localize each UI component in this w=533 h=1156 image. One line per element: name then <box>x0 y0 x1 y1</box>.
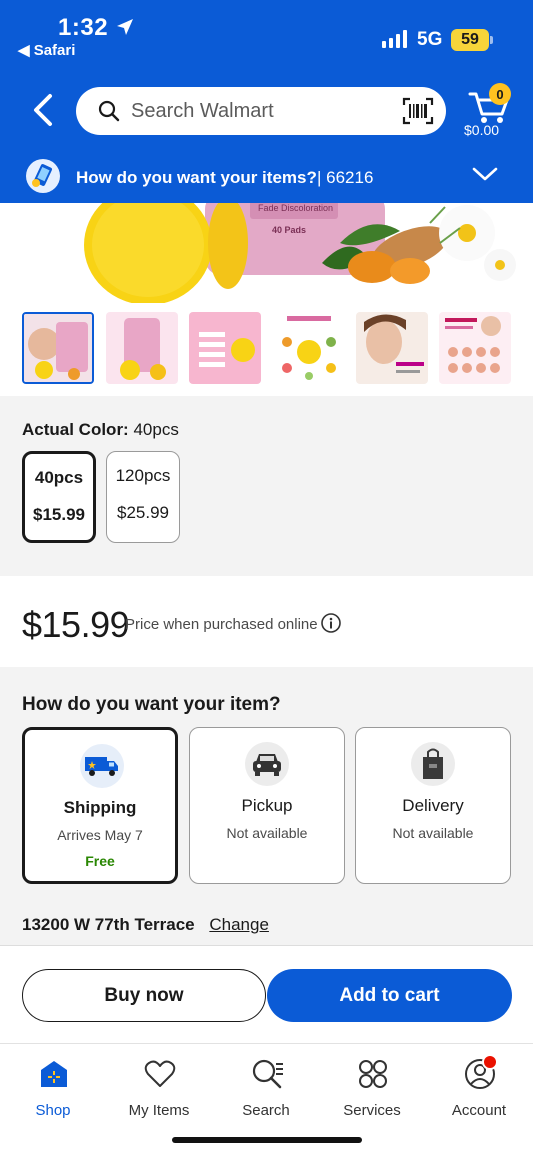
option-name: Pickup <box>241 796 293 815</box>
truck-icon <box>80 744 124 788</box>
price-section: $15.99 Price when purchased online <box>0 577 533 667</box>
tab-search[interactable]: Search <box>213 1056 319 1119</box>
thumbnail-6[interactable] <box>439 312 511 384</box>
delivery-address: 13200 W 77th Terrace <box>22 915 195 934</box>
variant-price: $15.99 <box>33 505 85 524</box>
add-to-cart-button[interactable]: Add to cart <box>267 969 512 1022</box>
fulfillment-title: How do you want your item? <box>22 694 281 715</box>
tab-services[interactable]: Services <box>319 1056 425 1119</box>
search-input[interactable]: Search Walmart <box>76 87 446 135</box>
info-icon[interactable] <box>320 612 342 634</box>
services-icon <box>359 1060 387 1088</box>
search-placeholder: Search Walmart <box>131 100 274 122</box>
tab-label: Search <box>242 1102 290 1119</box>
variant-price: $25.99 <box>117 503 169 522</box>
variant-name: 120pcs <box>115 466 171 485</box>
phone-delivery-icon <box>26 159 60 193</box>
battery-nub <box>490 36 493 44</box>
tab-label: My Items <box>128 1102 190 1119</box>
hero-text-2: 40 Pads <box>272 225 306 235</box>
signal-icon <box>382 30 407 48</box>
thumbnail-3[interactable] <box>189 312 261 384</box>
location-arrow-icon <box>117 19 133 35</box>
shop-icon <box>41 1061 67 1087</box>
option-name: Delivery <box>402 796 464 815</box>
option-status: Not available <box>392 825 474 841</box>
delivery-address-line: 13200 W 77th Terrace Change <box>22 915 269 935</box>
option-free-label: Free <box>85 853 115 869</box>
fulfillment-section: How do you want your item? Shipping Arri… <box>0 667 533 947</box>
option-delivery[interactable]: Delivery Not available <box>355 727 511 884</box>
tab-account[interactable]: Account <box>426 1054 532 1119</box>
search-icon <box>252 1059 283 1089</box>
product-price: $15.99 <box>22 604 130 645</box>
variant-section: Actual Color: 40pcs 40pcs $15.99 120pcs … <box>0 396 533 576</box>
search-icon <box>98 100 120 122</box>
fulfillment-selector-bar[interactable]: How do you want your items? | 66216 <box>0 152 533 203</box>
cart-total: $0.00 <box>464 122 500 138</box>
app-header: 1:32 ◀ Safari 5G 59 Search Walmart 0 $0.… <box>0 0 533 203</box>
car-icon <box>245 742 289 786</box>
tab-label: Services <box>343 1102 401 1119</box>
notification-dot <box>482 1054 498 1070</box>
product-hero-image[interactable]: Fade Discoloration 40 Pads <box>0 203 533 303</box>
option-shipping[interactable]: Shipping Arrives May 7 Free <box>22 727 178 884</box>
tab-label: Shop <box>35 1102 71 1119</box>
option-pickup[interactable]: Pickup Not available <box>189 727 345 884</box>
back-to-safari[interactable]: ◀ Safari <box>18 41 75 59</box>
thumbnail-4[interactable] <box>273 312 345 384</box>
bag-icon <box>411 742 455 786</box>
battery-indicator: 59 <box>451 29 489 51</box>
option-status: Not available <box>226 825 308 841</box>
variant-label-prefix: Actual Color: <box>22 420 129 439</box>
cart-count-badge: 0 <box>489 83 511 105</box>
change-address-link[interactable]: Change <box>209 915 269 934</box>
chevron-down-icon[interactable] <box>472 166 498 182</box>
home-indicator[interactable] <box>172 1137 362 1143</box>
status-time: 1:32 <box>58 14 109 41</box>
buy-now-button[interactable]: Buy now <box>22 969 266 1022</box>
thumbnail-1[interactable] <box>22 312 94 384</box>
option-name: Shipping <box>63 798 137 817</box>
back-arrow-icon[interactable] <box>28 92 60 128</box>
tab-label: Account <box>451 1102 507 1119</box>
network-type: 5G <box>417 29 443 50</box>
variant-option-120pcs[interactable]: 120pcs $25.99 <box>106 451 180 543</box>
barcode-scanner-icon[interactable] <box>402 97 434 125</box>
variant-label: Actual Color: 40pcs <box>22 420 179 440</box>
variant-label-value: 40pcs <box>133 420 179 439</box>
tab-shop[interactable]: Shop <box>0 1056 106 1119</box>
hero-text-1: Fade Discoloration <box>258 203 333 213</box>
thumbnail-5[interactable] <box>356 312 428 384</box>
fulfillment-question: How do you want your items? <box>76 168 317 187</box>
zip-code: | 66216 <box>317 168 374 187</box>
purchase-action-bar: Buy now Add to cart <box>0 945 533 1043</box>
option-status: Arrives May 7 <box>57 827 143 843</box>
price-note: Price when purchased online <box>125 616 318 633</box>
thumbnail-2[interactable] <box>106 312 178 384</box>
variant-name: 40pcs <box>34 468 84 487</box>
image-thumbnails <box>22 312 512 386</box>
tab-my-items[interactable]: My Items <box>106 1056 212 1119</box>
variant-option-40pcs[interactable]: 40pcs $15.99 <box>22 451 96 543</box>
heart-icon <box>144 1060 176 1087</box>
